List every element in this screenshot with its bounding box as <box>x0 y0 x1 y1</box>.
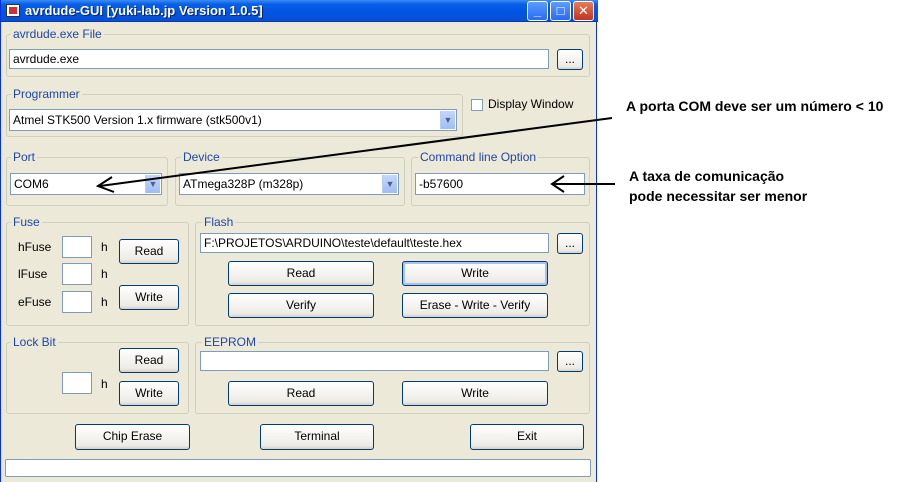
baud-annotation-line2: pode necessitar ser menor <box>629 188 808 204</box>
annotation-arrows <box>95 117 615 193</box>
baud-annotation-line1: A taxa de comunicação <box>629 168 785 184</box>
port-arrow-line <box>99 117 613 187</box>
port-annotation: A porta COM deve ser um número < 10 <box>626 98 884 114</box>
